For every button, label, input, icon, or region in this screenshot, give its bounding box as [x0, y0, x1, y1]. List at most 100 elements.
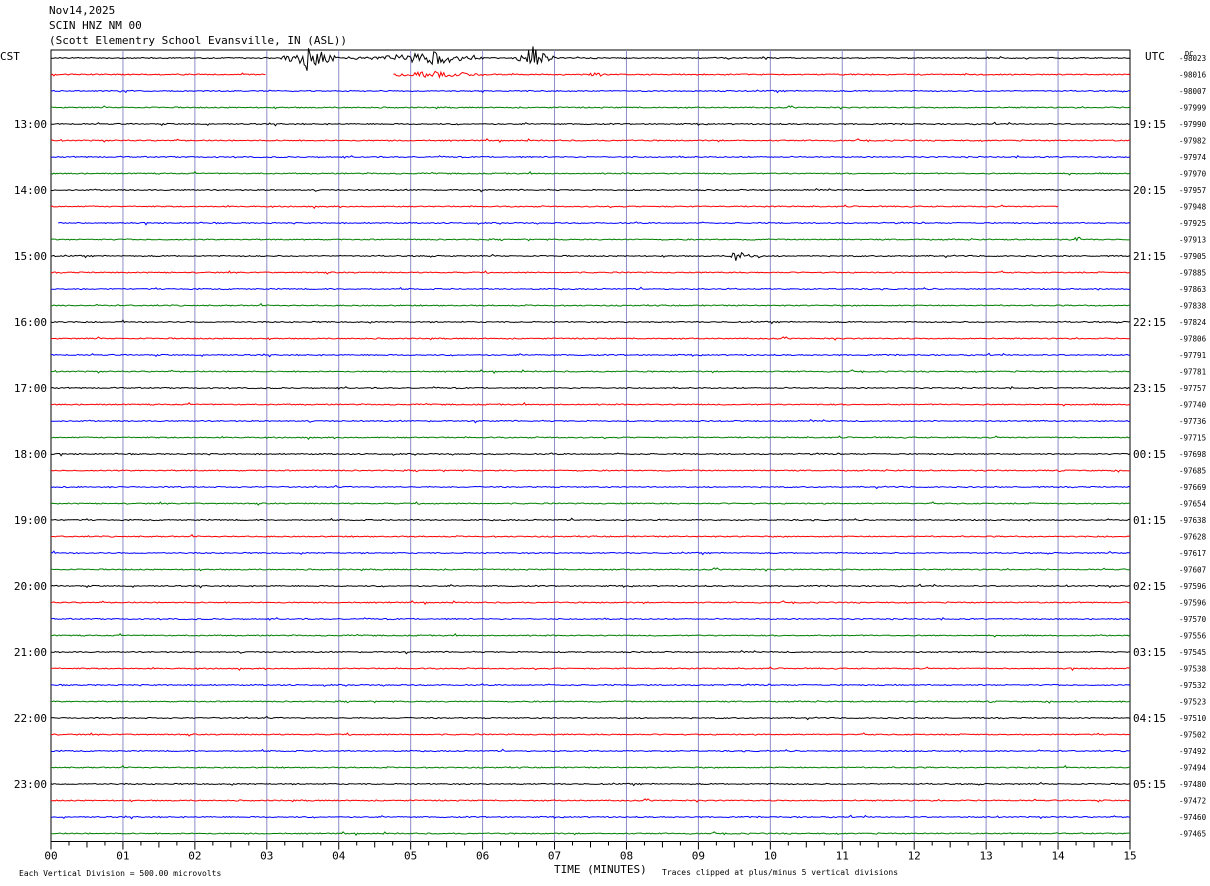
cst-time-label: 14:00 — [14, 184, 47, 197]
x-tick-label: 13 — [980, 850, 993, 863]
x-tick-label: 15 — [1123, 850, 1136, 863]
utc-time-label: 01:15 — [1133, 514, 1166, 527]
cst-time-label: 17:00 — [14, 382, 47, 395]
trace-row — [50, 600, 1131, 605]
utc-time-label: 23:15 — [1133, 382, 1166, 395]
dc-offset-label: -97925 — [1179, 219, 1206, 228]
trace-row — [50, 715, 1131, 721]
trace-row — [50, 831, 1130, 836]
x-tick-label: 08 — [620, 850, 633, 863]
trace-row — [50, 748, 1131, 753]
trace-row — [50, 700, 1131, 704]
trace-row — [50, 798, 1131, 803]
dc-offset-label: -97999 — [1179, 104, 1206, 113]
cst-time-label: 22:00 — [14, 712, 47, 725]
trace-row — [50, 138, 1131, 143]
dc-offset-label: -97480 — [1179, 780, 1207, 789]
dc-offset-label: -97957 — [1179, 186, 1206, 195]
utc-time-label: 05:15 — [1133, 778, 1166, 791]
cst-time-label: 19:00 — [14, 514, 47, 527]
x-tick-label: 12 — [908, 850, 921, 863]
trace-row — [51, 302, 1131, 307]
trace-row — [51, 616, 1131, 621]
dc-offset-label: -98023 — [1179, 54, 1206, 63]
dc-offset-label: -97715 — [1179, 434, 1206, 443]
trace-row — [50, 401, 1131, 407]
dc-offset-label: -97913 — [1179, 236, 1206, 245]
x-tick-label: 00 — [44, 850, 57, 863]
x-tick-label: 11 — [836, 850, 849, 863]
cst-time-label: 20:00 — [14, 580, 47, 593]
utc-time-label: 00:15 — [1133, 448, 1166, 461]
dc-offset-label: -97757 — [1179, 384, 1206, 393]
dc-offset-label: -97905 — [1179, 252, 1206, 261]
trace-row — [50, 550, 1130, 556]
dc-offset-label: -97510 — [1179, 714, 1207, 723]
dc-offset-label: -97523 — [1179, 698, 1206, 707]
dc-offset-label: -97596 — [1179, 582, 1207, 591]
dc-offset-label: -97948 — [1179, 203, 1207, 212]
dc-offset-label: -97974 — [1179, 153, 1207, 162]
dc-offset-label: -97863 — [1179, 285, 1206, 294]
dc-offset-label: -97885 — [1179, 269, 1206, 278]
trace-row — [50, 469, 1130, 473]
dc-offset-label: -97791 — [1179, 351, 1206, 360]
cst-time-label: 13:00 — [14, 118, 47, 131]
dc-offset-label: -97806 — [1179, 335, 1207, 344]
dc-offset-label: -97538 — [1179, 665, 1207, 674]
plot-frame — [50, 49, 1131, 842]
dc-offset-label: -97532 — [1179, 681, 1206, 690]
trace-row — [50, 452, 1131, 457]
trace-row — [50, 517, 1130, 522]
dc-offset-label: -97990 — [1179, 120, 1207, 129]
trace-row — [50, 70, 1131, 79]
trace-row — [51, 418, 1131, 424]
trace-row — [50, 319, 1131, 325]
utc-time-label: 02:15 — [1133, 580, 1166, 593]
dc-offset-label: -97685 — [1179, 467, 1206, 476]
trace-row — [50, 89, 1131, 94]
trace-row — [50, 484, 1131, 490]
trace-row — [51, 105, 1131, 110]
trace-row — [50, 236, 1131, 242]
utc-time-label: 20:15 — [1133, 184, 1166, 197]
dc-offset-label: -97628 — [1179, 533, 1207, 542]
cst-time-label: 23:00 — [14, 778, 47, 791]
dc-offset-label: -97596 — [1179, 599, 1207, 608]
trace-row — [50, 781, 1131, 787]
dc-offset-label: -97570 — [1179, 615, 1207, 624]
trace-row — [50, 369, 1131, 374]
trace-group — [50, 46, 1131, 836]
dc-offset-label: -97970 — [1179, 170, 1207, 179]
trace-row — [50, 336, 1131, 341]
utc-time-label: 03:15 — [1133, 646, 1166, 659]
dc-offset-label: -97669 — [1179, 483, 1206, 492]
dc-offset-label: -97545 — [1179, 648, 1206, 657]
trace-row — [50, 533, 1131, 538]
dc-offset-label: -97556 — [1179, 632, 1207, 641]
trace-row — [50, 501, 1130, 506]
trace-row — [50, 352, 1131, 358]
clip-note: Traces clipped at plus/minus 5 vertical … — [662, 868, 898, 877]
right-axis-title: UTC — [1145, 50, 1165, 63]
x-tick-label: 09 — [692, 850, 705, 863]
trace-row — [50, 583, 1131, 589]
dc-offset-label: -97781 — [1179, 368, 1206, 377]
x-tick-label: 03 — [260, 850, 273, 863]
dc-offset-label: -97494 — [1179, 764, 1207, 773]
trace-row — [50, 732, 1131, 737]
dc-offset-label: -97654 — [1179, 500, 1207, 509]
trace-row — [50, 251, 1131, 261]
x-tick-label: 05 — [404, 850, 417, 863]
dc-offset-label: -97607 — [1179, 566, 1206, 575]
dc-offset-label: -98007 — [1179, 87, 1206, 96]
dc-offset-label: -97492 — [1179, 747, 1206, 756]
left-axis-title: CST — [0, 50, 20, 63]
trace-row — [51, 270, 1131, 275]
trace-row — [50, 187, 1131, 193]
dc-offset-label: -98016 — [1179, 71, 1207, 80]
dc-offset-label: -97638 — [1179, 516, 1207, 525]
trace-row — [50, 666, 1131, 672]
utc-time-label: 19:15 — [1133, 118, 1166, 131]
cst-time-label: 15:00 — [14, 250, 47, 263]
